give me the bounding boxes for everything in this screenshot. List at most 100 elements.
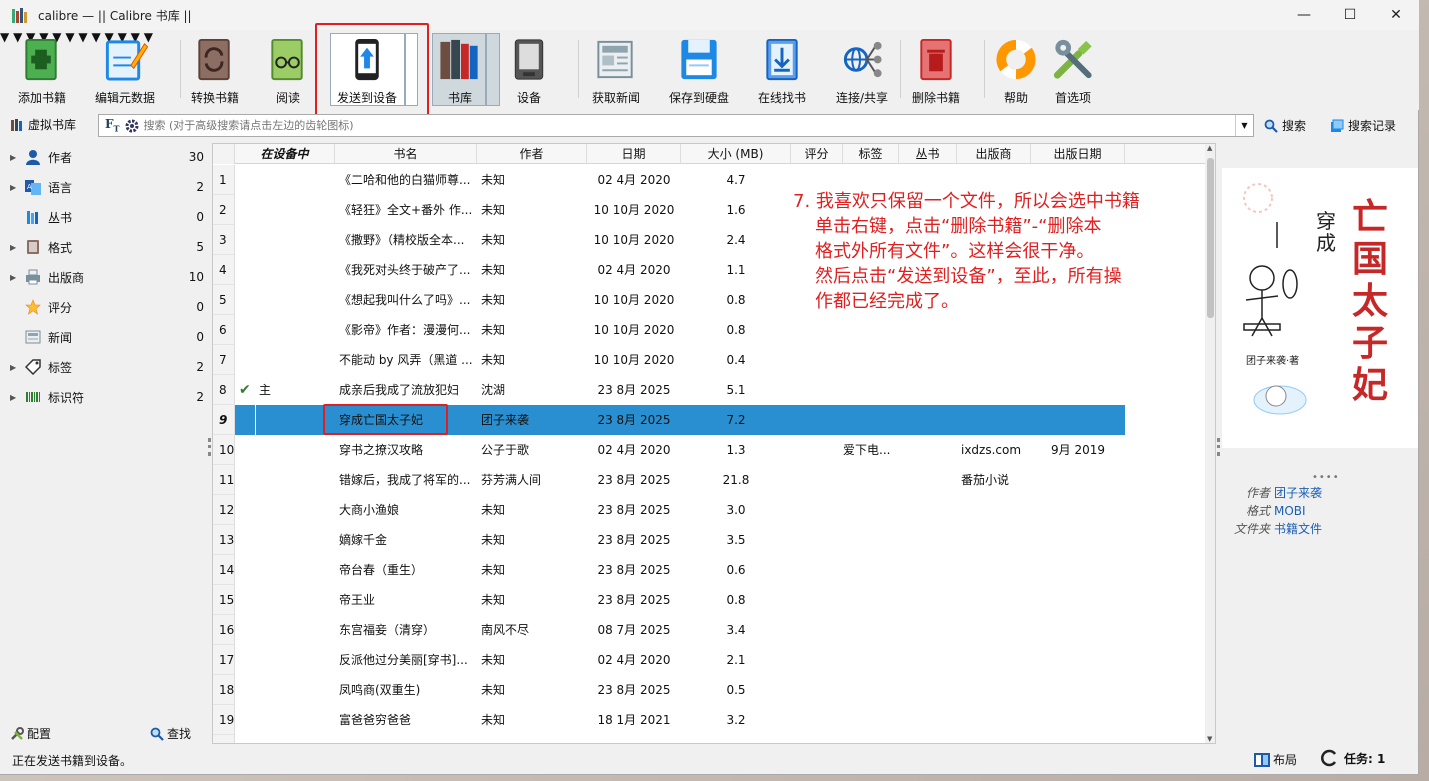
table-row[interactable]: 8 ✔ 主成亲后我成了流放犯妇 沈湖 23 8月 2025 5.1 — [213, 375, 1215, 405]
column-header-ondevice[interactable]: 在设备中 — [235, 144, 335, 164]
table-row[interactable]: 7 不能动 by 风弄（黑道 ... 未知 10 10月 2020 0.4 — [213, 345, 1215, 375]
tag-category-rating[interactable]: 评分 0 — [0, 292, 210, 322]
device-button[interactable]: 设备 — [502, 34, 556, 106]
device-dropdown-icon[interactable]: ▼ — [78, 30, 87, 44]
cell-author: 未知 — [481, 713, 506, 727]
table-row[interactable]: 4 《我死对头终于破产了... 未知 02 4月 2020 1.1 — [213, 255, 1215, 285]
search-history-dropdown-icon[interactable]: ▼ — [1235, 115, 1253, 136]
remove-books-button[interactable]: 删除书籍 — [906, 34, 966, 106]
table-row[interactable]: 14 帝台春（重生） 未知 23 8月 2025 0.6 — [213, 555, 1215, 585]
column-header-rating[interactable]: 评分 — [791, 144, 843, 164]
column-header-pubdate[interactable]: 出版日期 — [1031, 144, 1125, 164]
tag-category-authors[interactable]: ▶ 作者 30 — [0, 142, 210, 172]
table-row[interactable]: 10 穿书之撩汉攻略 公子于歌 02 4月 2020 1.3 爱下电... ixdzs.co… — [213, 435, 1215, 465]
tag-category-publishers[interactable]: ▶ 出版商 10 — [0, 262, 210, 292]
column-header-date[interactable]: 日期 — [587, 144, 681, 164]
column-header-publisher[interactable]: 出版商 — [957, 144, 1031, 164]
busy-spinner-icon — [1321, 749, 1337, 767]
full-text-search-icon[interactable]: FT — [105, 117, 119, 133]
table-row[interactable]: 17 反派他过分美丽[穿书]... 未知 02 4月 2020 2.1 — [213, 645, 1215, 675]
table-row[interactable]: 16 东宫福妾（清穿） 南风不尽 08 7月 2025 3.4 — [213, 615, 1215, 645]
cover-splitter-handle[interactable]: •••• — [1312, 472, 1340, 483]
expand-arrow-icon[interactable]: ▶ — [10, 153, 20, 162]
tag-category-identifiers[interactable]: ▶ 标识符 2 — [0, 382, 210, 412]
main-toolbar: 添加书籍 ▼ 编辑元数据 ▼ 转换书籍 ▼ 阅读 ▼ 发送到设备 ▼ 书库 ▼ … — [0, 23, 1419, 119]
format-link[interactable]: MOBI — [1274, 504, 1306, 518]
view-book-button[interactable]: 阅读 — [262, 34, 314, 106]
cell-pubdate — [1031, 375, 1125, 405]
table-row[interactable]: 6 《影帝》作者：漫漫何... 未知 10 10月 2020 0.8 — [213, 315, 1215, 345]
tag-category-languages[interactable]: ▶ A 语言 2 — [0, 172, 210, 202]
search-input[interactable] — [143, 119, 1204, 132]
tag-category-tags[interactable]: ▶ 标签 2 — [0, 352, 210, 382]
fetch-news-button[interactable]: 获取新闻 — [584, 34, 648, 106]
table-row[interactable]: 12 大商小渔娘 未知 23 8月 2025 3.0 — [213, 495, 1215, 525]
folder-link[interactable]: 书籍文件 — [1274, 522, 1322, 536]
gear-icon[interactable] — [125, 119, 139, 133]
book-cover[interactable]: 穿 成 亡 国 太 子 妃 团子来袭·著 — [1222, 168, 1418, 448]
connect-share-button[interactable]: 连接/共享 — [830, 34, 894, 106]
save-to-disk-button[interactable]: 保存到硬盘 — [666, 34, 732, 106]
table-row[interactable]: 13 嫡嫁千金 未知 23 8月 2025 3.5 — [213, 525, 1215, 555]
minimize-button[interactable]: — — [1281, 0, 1327, 30]
column-header-title[interactable]: 书名 — [335, 144, 477, 164]
cell-pubdate: 9月 2019 — [1051, 443, 1105, 457]
tag-category-series[interactable]: 丛书 0 — [0, 202, 210, 232]
help-button[interactable]: 帮助 — [990, 34, 1042, 106]
add-books-dropdown-icon[interactable]: ▼ — [0, 30, 9, 44]
table-row[interactable]: 11 错嫁后，我成了将军的... 芬芳满人间 23 8月 2025 21.8 番茄小说 — [213, 465, 1215, 495]
table-row[interactable]: 19 富爸爸穷爸爸 未知 18 1月 2021 3.2 — [213, 705, 1215, 735]
column-header-series[interactable]: 丛书 — [899, 144, 957, 164]
maximize-button[interactable]: ☐ — [1327, 0, 1373, 30]
get-books-button[interactable]: 在线找书 — [752, 34, 812, 106]
table-row[interactable]: 18 凤鸣商(双重生) 未知 23 8月 2025 0.5 — [213, 675, 1215, 705]
saved-searches-button[interactable]: 搜索记录 — [1330, 117, 1396, 134]
table-row[interactable]: 3 《撒野》（精校版全本... 未知 10 10月 2020 2.4 — [213, 225, 1215, 255]
table-row[interactable]: 9 穿成亡国太子妃 团子来袭 23 8月 2025 7.2 — [213, 405, 1215, 435]
expand-arrow-icon[interactable]: ▶ — [10, 393, 20, 402]
cell-title: 《影帝》作者：漫漫何... — [339, 323, 471, 337]
author-link[interactable]: 团子来袭 — [1274, 486, 1322, 500]
scroll-down-icon[interactable]: ▼ — [1207, 735, 1212, 743]
preferences-button[interactable]: 首选项 — [1044, 34, 1102, 106]
table-vertical-scrollbar[interactable]: ▲ ▼ — [1205, 144, 1215, 743]
table-row[interactable]: 1 《二哈和他的白猫师尊... 未知 02 4月 2020 4.7 — [213, 165, 1215, 195]
table-row[interactable]: 5 《想起我叫什么了吗》... 未知 10 10月 2020 0.8 — [213, 285, 1215, 315]
expand-arrow-icon[interactable]: ▶ — [10, 183, 20, 192]
virtual-library-button[interactable]: 虚拟书库 — [10, 116, 76, 133]
column-header-author[interactable]: 作者 — [477, 144, 587, 164]
column-header-size[interactable]: 大小 (MB) — [681, 144, 791, 164]
scroll-up-icon[interactable]: ▲ — [1207, 144, 1212, 152]
tag-category-formats[interactable]: ▶ 格式 5 — [0, 232, 210, 262]
cell-title: 成亲后我成了流放犯妇 — [339, 383, 460, 397]
column-header-tags[interactable]: 标签 — [843, 144, 899, 164]
search-button[interactable]: 搜索 — [1264, 117, 1306, 134]
close-button[interactable]: ✕ — [1373, 0, 1419, 30]
tag-category-news[interactable]: 新闻 0 — [0, 322, 210, 352]
find-button[interactable]: 查找 — [150, 725, 191, 742]
table-row[interactable]: 15 帝王业 未知 23 8月 2025 0.8 — [213, 585, 1215, 615]
cell-tags — [843, 525, 899, 555]
jobs-indicator[interactable]: 任务: 1 — [1320, 749, 1385, 767]
edit-metadata-button[interactable]: 编辑元数据 — [92, 34, 158, 106]
cell-title: 穿书之撩汉攻略 — [339, 443, 424, 457]
table-row-partial[interactable] — [213, 735, 1215, 743]
wrench-icon — [11, 726, 24, 740]
library-button[interactable]: 书库 — [434, 34, 486, 106]
table-row[interactable]: 2 《轻狂》全文+番外 作... 未知 10 10月 2020 1.6 — [213, 195, 1215, 225]
cell-publisher — [957, 255, 1031, 285]
row-number: 9 — [213, 405, 235, 435]
saved-search-icon — [1331, 119, 1344, 132]
layout-button[interactable]: 布局 — [1254, 751, 1297, 768]
add-books-button[interactable]: 添加书籍 — [10, 34, 74, 106]
right-splitter-handle[interactable] — [1217, 438, 1221, 456]
configure-button[interactable]: 配置 — [10, 725, 51, 742]
cell-author: 未知 — [481, 263, 506, 277]
search-box[interactable]: FT ▼ — [98, 114, 1254, 137]
expand-arrow-icon[interactable]: ▶ — [10, 243, 20, 252]
scrollbar-thumb[interactable] — [1207, 158, 1214, 318]
convert-books-button[interactable]: 转换书籍 — [186, 34, 244, 106]
expand-arrow-icon[interactable]: ▶ — [10, 363, 20, 372]
cell-pubdate — [1031, 405, 1125, 435]
expand-arrow-icon[interactable]: ▶ — [10, 273, 20, 282]
